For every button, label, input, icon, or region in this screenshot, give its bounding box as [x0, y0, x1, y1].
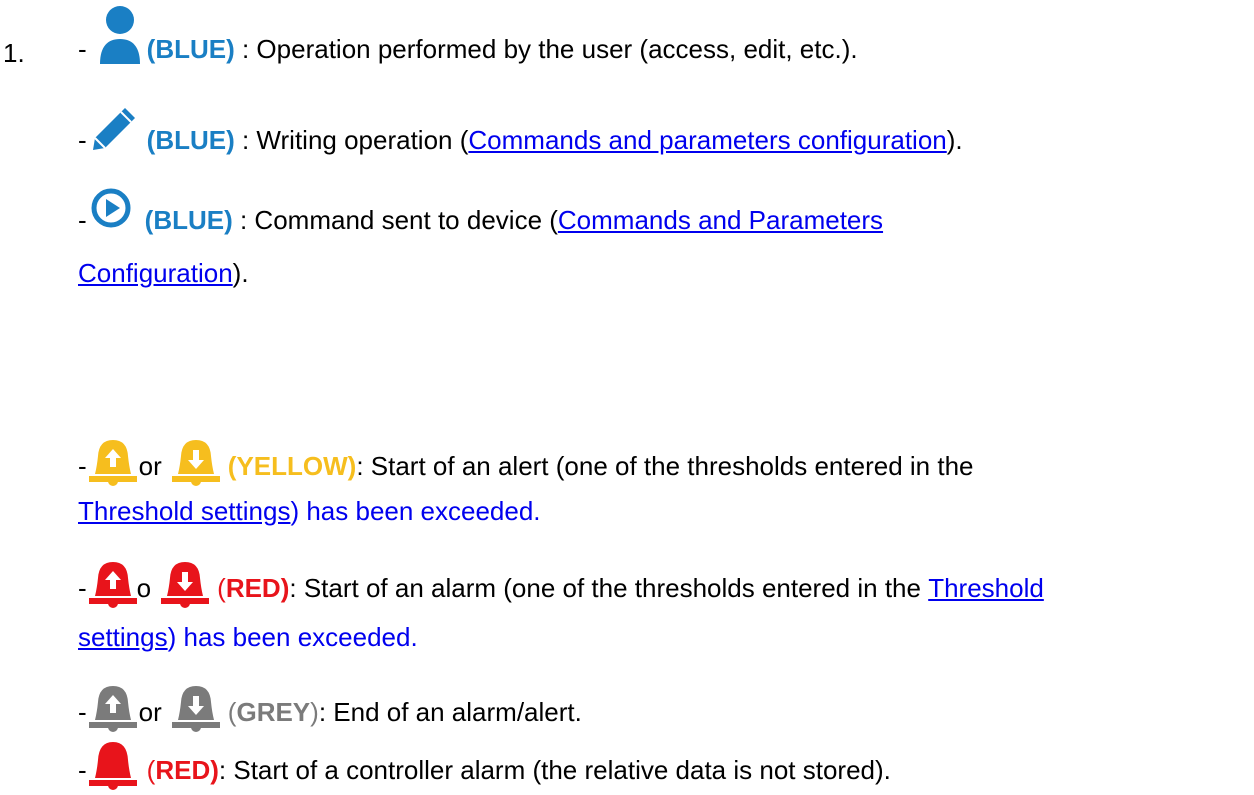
item-description-end: ) has been exceeded. — [290, 496, 541, 526]
bell-icon — [88, 738, 137, 790]
color-label-red-open: ( — [217, 573, 226, 603]
connector-text: o — [136, 573, 152, 603]
bell-up-icon — [88, 558, 137, 608]
legend-item-yellow-continued: Threshold settings ) has been exceeded. — [78, 496, 541, 527]
commands-and-parameters-link[interactable]: Commands and parameters configuration — [468, 125, 946, 156]
legend-item-controller-alarm: - ( RED) : Start of a controller alarm (… — [78, 734, 891, 792]
bell-up-icon — [88, 436, 137, 486]
item-description: : End of an alarm/alert. — [318, 697, 582, 727]
item-description: : Start of an alert (one of the threshol… — [356, 451, 974, 481]
bell-up-icon — [88, 682, 137, 732]
item-description: : Command sent to device ( — [232, 205, 558, 235]
legend-item-pencil: - (BLUE) : Writing operation ( Commands … — [78, 86, 963, 162]
item-description: : Start of an alarm (one of the threshol… — [289, 573, 929, 603]
color-label-grey-open: ( — [227, 697, 237, 727]
connector-text: or — [138, 697, 162, 727]
item-dash: - — [78, 573, 87, 603]
legend-item-user: - (BLUE) : Operation performed by the us… — [78, 0, 858, 72]
color-label-blue: (BLUE) — [146, 125, 235, 155]
connector-text: or — [138, 451, 162, 481]
bell-down-icon — [161, 558, 210, 608]
threshold-settings-link[interactable]: Threshold settings — [78, 496, 290, 527]
color-label-red-open: ( — [146, 755, 156, 785]
configuration-link[interactable]: Configuration — [78, 258, 233, 289]
color-label-grey: GREY — [236, 697, 311, 727]
item-description-end: ) has been exceeded. — [167, 622, 418, 652]
item-description-end: ). — [232, 258, 249, 288]
color-label-blue: (BLUE) — [144, 205, 233, 235]
item-dash: - — [78, 755, 87, 785]
play-circle-icon — [91, 188, 131, 228]
legend-item-yellow-alert: - or (YELLOW) : Start of an alert (one o… — [78, 404, 974, 488]
item-description: : Start of a controller alarm (the relat… — [218, 755, 891, 785]
color-label-red: RED) — [155, 755, 219, 785]
list-number: 1. — [3, 38, 25, 68]
pencil-icon — [91, 106, 137, 152]
item-dash: - — [78, 205, 87, 235]
item-dash: - — [78, 34, 87, 64]
item-description-end: ). — [946, 125, 963, 155]
item-dash: - — [78, 125, 87, 155]
legend-item-red-alarm: - o ( RED) : Start of an alarm (one of t… — [78, 528, 1044, 610]
color-label-grey-close: ) — [310, 697, 319, 727]
item-dash: - — [78, 451, 87, 481]
item-description: : Writing operation ( — [234, 125, 469, 155]
color-label-yellow: (YELLOW) — [227, 451, 357, 481]
color-label-blue: (BLUE) — [146, 34, 235, 64]
settings-link[interactable]: settings — [78, 622, 168, 653]
legend-item-play-continued: Configuration ). — [78, 258, 249, 289]
threshold-link[interactable]: Threshold — [928, 573, 1044, 604]
bell-down-icon — [171, 436, 220, 486]
user-icon — [99, 2, 141, 68]
item-dash: - — [78, 697, 87, 727]
legend-item-grey-end: - or ( GREY ) : End of an alarm/alert. — [78, 654, 582, 734]
legend-item-red-continued: settings ) has been exceeded. — [78, 622, 418, 653]
legend-item-play: - (BLUE) : Command sent to device ( Comm… — [78, 162, 883, 242]
color-label-red: RED) — [225, 573, 290, 603]
legend-page: 1. - (BLUE) : Operation performed by the… — [0, 0, 1254, 795]
commands-and-parameters-link[interactable]: Commands and Parameters — [558, 205, 883, 236]
bell-down-icon — [171, 682, 220, 732]
item-description: : Operation performed by the user (acces… — [234, 34, 858, 64]
